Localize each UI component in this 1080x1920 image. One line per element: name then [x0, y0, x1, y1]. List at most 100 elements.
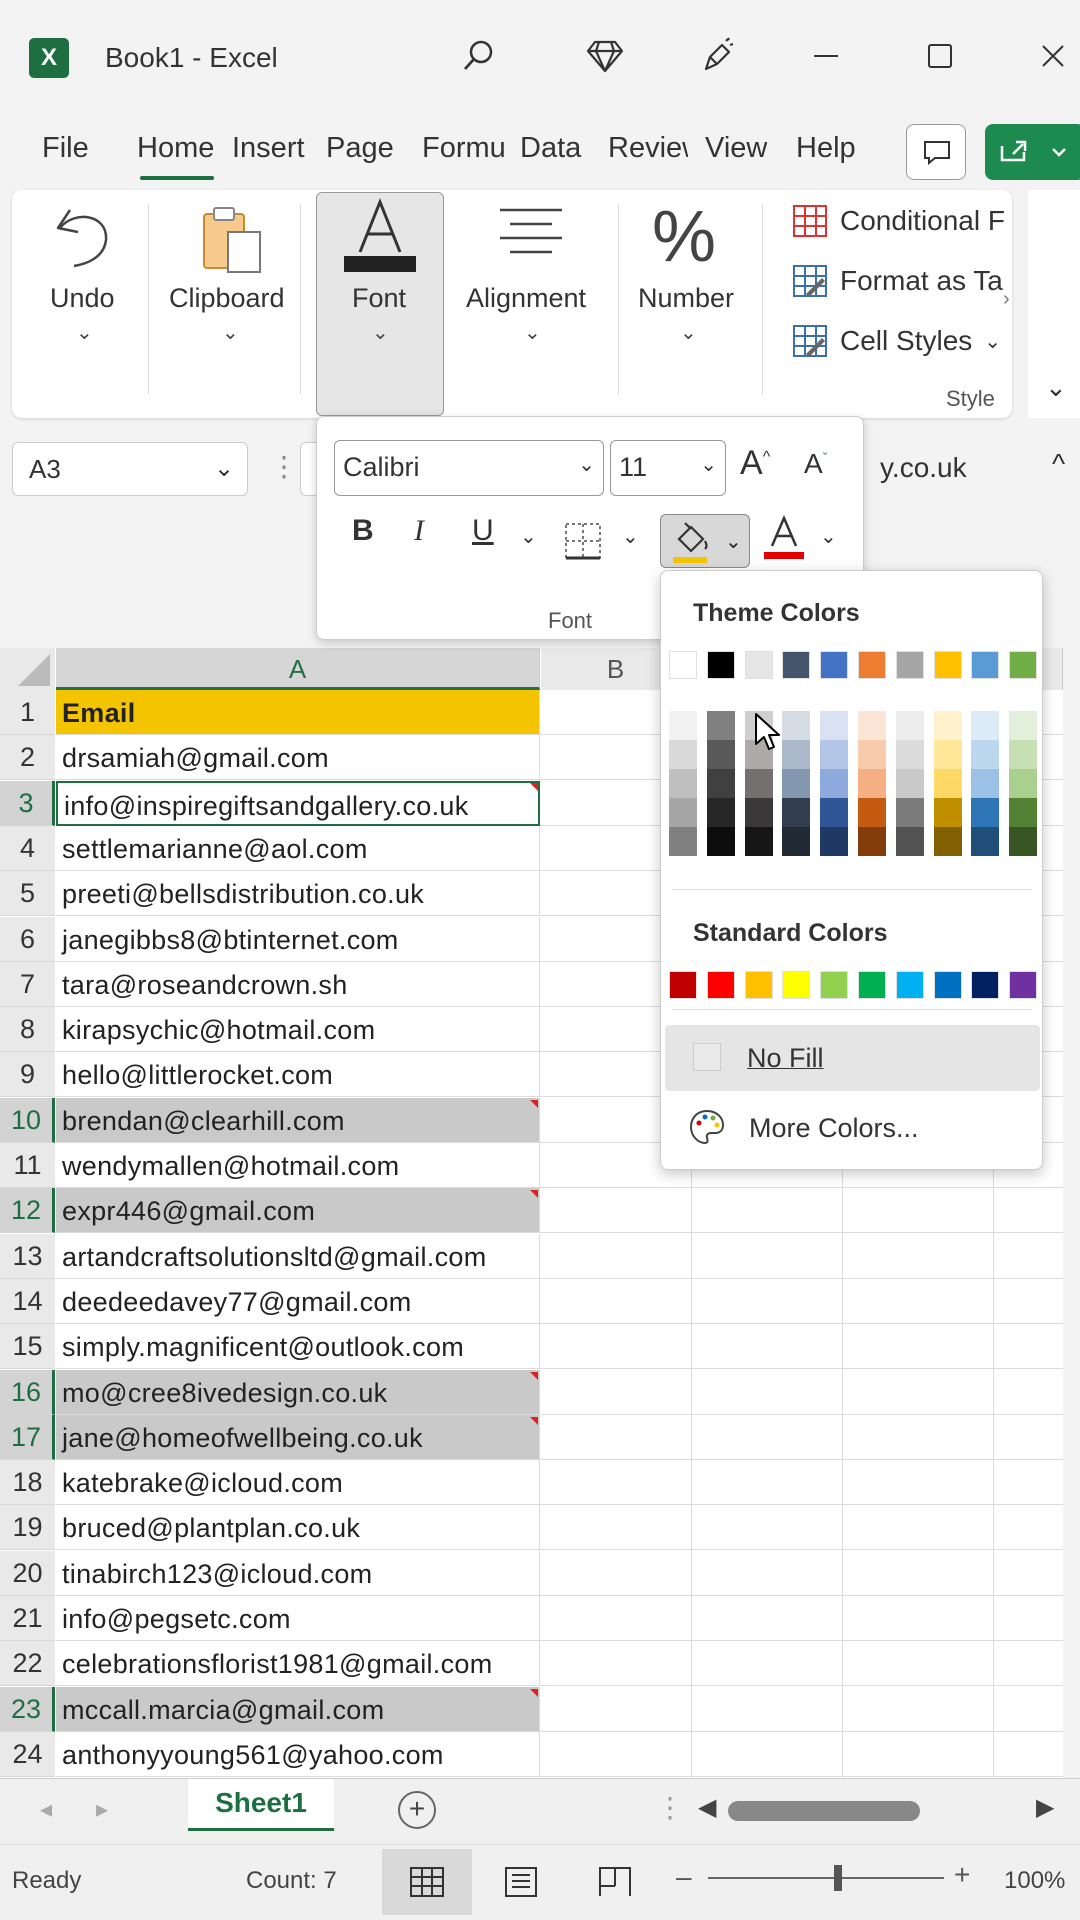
- formula-collapse-icon[interactable]: ^: [1052, 448, 1065, 480]
- theme-shade-swatch[interactable]: [745, 827, 773, 856]
- email-cell[interactable]: simply.magnificent@outlook.com: [56, 1324, 540, 1369]
- theme-shade-swatch[interactable]: [669, 798, 697, 827]
- row-header[interactable]: 17: [0, 1415, 55, 1460]
- theme-shade-swatch[interactable]: [669, 740, 697, 769]
- row-header[interactable]: 14: [0, 1279, 55, 1324]
- underline-button[interactable]: U: [472, 514, 494, 548]
- font-name-combo[interactable]: Calibri ⌄: [334, 440, 604, 496]
- sheet-prev-icon[interactable]: ◂: [40, 1795, 52, 1824]
- alignment-label[interactable]: Alignment: [466, 283, 586, 314]
- clipboard-label[interactable]: Clipboard: [169, 283, 285, 314]
- row-header[interactable]: 16: [0, 1370, 55, 1415]
- email-cell[interactable]: kirapsychic@hotmail.com: [56, 1007, 540, 1052]
- theme-color-swatch[interactable]: [858, 651, 886, 679]
- name-box-dropdown-icon[interactable]: ⌄: [214, 454, 234, 483]
- italic-button[interactable]: I: [414, 514, 424, 548]
- email-cell[interactable]: tara@roseandcrown.sh: [56, 962, 540, 1007]
- standard-color-swatch[interactable]: [707, 971, 735, 999]
- theme-shade-swatch[interactable]: [707, 769, 735, 798]
- standard-color-swatch[interactable]: [896, 971, 924, 999]
- theme-color-swatch[interactable]: [820, 651, 848, 679]
- theme-shade-swatch[interactable]: [934, 769, 962, 798]
- row-header[interactable]: 7: [0, 962, 55, 1007]
- number-label[interactable]: Number: [638, 283, 734, 314]
- email-cell[interactable]: tinabirch123@icloud.com: [56, 1551, 540, 1596]
- theme-shade-swatch[interactable]: [1009, 827, 1037, 856]
- standard-color-swatch[interactable]: [858, 971, 886, 999]
- undo-chevron-icon[interactable]: ⌄: [76, 320, 93, 345]
- theme-shade-swatch[interactable]: [1009, 740, 1037, 769]
- theme-shade-swatch[interactable]: [858, 798, 886, 827]
- email-cell[interactable]: info@pegsetc.com: [56, 1596, 540, 1641]
- theme-shade-swatch[interactable]: [896, 740, 924, 769]
- sheet-next-icon[interactable]: ▸: [96, 1795, 108, 1824]
- tab-data[interactable]: Data: [520, 132, 592, 165]
- theme-shade-swatch[interactable]: [820, 711, 848, 740]
- row-header[interactable]: 24: [0, 1732, 55, 1777]
- theme-color-swatch[interactable]: [1009, 651, 1037, 679]
- pen-coauthor-icon[interactable]: [697, 36, 737, 76]
- theme-shade-swatch[interactable]: [934, 798, 962, 827]
- font-color-chevron-icon[interactable]: ⌄: [820, 524, 837, 549]
- theme-shade-swatch[interactable]: [971, 711, 999, 740]
- close-icon[interactable]: [1033, 36, 1073, 76]
- theme-shade-swatch[interactable]: [707, 711, 735, 740]
- tab-file[interactable]: File: [42, 132, 89, 165]
- undo-icon[interactable]: [50, 200, 120, 277]
- theme-shade-swatch[interactable]: [1009, 711, 1037, 740]
- tab-help[interactable]: Help: [796, 132, 856, 165]
- theme-shade-swatch[interactable]: [934, 827, 962, 856]
- row-header[interactable]: 2: [0, 735, 55, 780]
- maximize-icon[interactable]: [920, 36, 960, 76]
- scroll-right-icon[interactable]: ▶: [1036, 1793, 1054, 1822]
- theme-shade-swatch[interactable]: [858, 769, 886, 798]
- cell-styles-button[interactable]: Cell Styles ⌄: [792, 324, 1001, 358]
- error-indicator-icon[interactable]: [530, 1372, 538, 1380]
- theme-shade-swatch[interactable]: [971, 827, 999, 856]
- theme-shade-swatch[interactable]: [820, 769, 848, 798]
- theme-shade-swatch[interactable]: [782, 769, 810, 798]
- horizontal-scroll-thumb[interactable]: [728, 1801, 920, 1821]
- tab-formulas[interactable]: Formulas: [422, 132, 504, 165]
- error-indicator-icon[interactable]: [530, 1417, 538, 1425]
- email-cell[interactable]: info@inspiregiftsandgallery.co.uk: [56, 781, 540, 826]
- bold-button[interactable]: B: [352, 514, 374, 548]
- font-color-large-icon[interactable]: [340, 196, 420, 281]
- theme-shade-swatch[interactable]: [858, 740, 886, 769]
- increase-font-size-icon[interactable]: A^: [740, 444, 770, 483]
- theme-shade-swatch[interactable]: [707, 798, 735, 827]
- normal-view-button[interactable]: [382, 1849, 472, 1915]
- standard-color-swatch[interactable]: [820, 971, 848, 999]
- row-header[interactable]: 9: [0, 1052, 55, 1097]
- row-header[interactable]: 8: [0, 1007, 55, 1052]
- tab-review[interactable]: Review: [608, 132, 688, 165]
- styles-scroll-right-icon[interactable]: ›: [1003, 288, 1010, 311]
- page-layout-view-icon[interactable]: [504, 1867, 538, 1897]
- formula-value[interactable]: y.co.uk: [880, 452, 967, 484]
- format-as-table-button[interactable]: Format as Ta: [792, 264, 1003, 298]
- tab-split-grip-icon[interactable]: ⋮: [656, 1791, 684, 1824]
- standard-color-swatch[interactable]: [1009, 971, 1037, 999]
- row-header[interactable]: 1: [0, 690, 55, 735]
- row-header[interactable]: 22: [0, 1641, 55, 1686]
- row-header[interactable]: 18: [0, 1460, 55, 1505]
- theme-shade-swatch[interactable]: [669, 827, 697, 856]
- borders-chevron-icon[interactable]: ⌄: [622, 524, 639, 549]
- vertical-scroll-area[interactable]: [1063, 648, 1080, 1778]
- error-indicator-icon[interactable]: [530, 1100, 538, 1108]
- zoom-slider-track[interactable]: [708, 1877, 944, 1879]
- row-header[interactable]: 12: [0, 1188, 55, 1233]
- theme-shade-swatch[interactable]: [934, 740, 962, 769]
- email-cell[interactable]: deedeedavey77@gmail.com: [56, 1279, 540, 1324]
- theme-shade-swatch[interactable]: [1009, 798, 1037, 827]
- row-header[interactable]: 11: [0, 1143, 55, 1188]
- email-cell[interactable]: artandcraftsolutionsltd@gmail.com: [56, 1234, 540, 1279]
- theme-shade-swatch[interactable]: [896, 769, 924, 798]
- theme-shade-swatch[interactable]: [971, 740, 999, 769]
- theme-color-swatch[interactable]: [934, 651, 962, 679]
- standard-color-swatch[interactable]: [745, 971, 773, 999]
- theme-shade-swatch[interactable]: [782, 711, 810, 740]
- add-sheet-button[interactable]: +: [398, 1791, 436, 1829]
- row-header[interactable]: 4: [0, 826, 55, 871]
- tab-home[interactable]: Home: [137, 132, 219, 165]
